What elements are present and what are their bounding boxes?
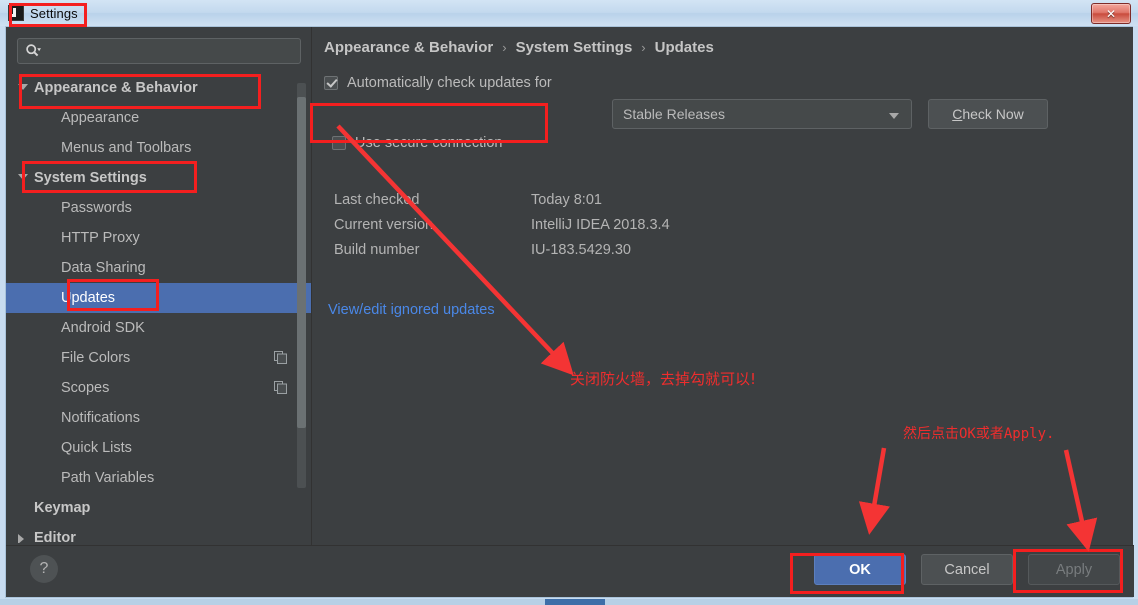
help-glyph: ? [39,560,49,577]
sidebar-scrollbar-thumb[interactable] [297,97,306,428]
updates-panel: Appearance & Behavior › System Settings › Up… [312,27,1133,545]
sidebar-item-notifications[interactable]: Notifications [6,403,311,433]
breadcrumb-separator: › [502,40,507,55]
breadcrumb-separator: › [641,40,646,55]
sidebar-item-passwords[interactable]: Passwords [6,193,311,223]
info-row-key: Current version [334,216,434,233]
check-now-label: Check Now [952,106,1024,122]
window-title: Settings [30,5,78,21]
sidebar-item-menus-and-toolbars[interactable]: Menus and Toolbars [6,133,311,163]
window-titlebar[interactable]: Settings ✕ [0,0,1138,26]
screen: Settings ✕ Appearance & Behavior Appearan… [0,0,1138,605]
sidebar-item-label: Updates [61,290,116,306]
ok-button[interactable]: OK [814,554,906,585]
auto-check-row[interactable]: Automatically check updates for [324,75,552,91]
sidebar-item-label: Appearance [61,110,140,126]
sidebar-item-quick-lists[interactable]: Quick Lists [6,433,311,463]
apply-button[interactable]: Apply [1028,554,1120,585]
apply-label: Apply [1055,561,1093,578]
sidebar-item-android-sdk[interactable]: Android SDK [6,313,311,343]
close-icon[interactable]: ✕ [1091,3,1131,24]
info-row-key: Last checked [334,191,420,208]
sidebar-item-updates[interactable]: Updates [6,283,311,313]
sidebar-item-keymap[interactable]: Keymap [6,493,311,523]
sidebar-scrollbar[interactable] [297,83,306,488]
sidebar-item-data-sharing[interactable]: Data Sharing [6,253,311,283]
chevron-down-icon [889,113,899,119]
sidebar-item-label: Editor [34,530,76,543]
update-channel-value: Stable Releases [623,106,725,122]
dialog-footer: ? OK Cancel Apply [6,546,1134,597]
sidebar-item-label: Keymap [34,500,91,516]
chevron-down-icon[interactable] [18,174,28,180]
breadcrumb-item: Appearance & Behavior [324,39,494,56]
sidebar-item-label: Menus and Toolbars [61,140,192,156]
sidebar-item-path-variables[interactable]: Path Variables [6,463,311,493]
sidebar-item-label: File Colors [61,350,131,366]
auto-check-checkbox[interactable] [324,76,338,90]
settings-sidebar: Appearance & Behavior Appearance Menus and… [6,27,311,545]
taskbar-item-active[interactable] [545,599,605,605]
copy-icon[interactable] [274,381,287,394]
sidebar-item-label: Data Sharing [61,260,146,276]
secure-connection-checkbox[interactable] [332,136,346,150]
sidebar-item-scopes[interactable]: Scopes [6,373,311,403]
sidebar-item-appearance-behavior[interactable]: Appearance & Behavior [6,73,311,103]
info-row: Build number IU-183.5429.30 [334,237,670,262]
settings-tree[interactable]: Appearance & Behavior Appearance Menus and… [6,73,311,543]
sidebar-item-file-colors[interactable]: File Colors [6,343,311,373]
update-info-table: Last checked Today 8:01 Current version Int… [334,187,670,262]
info-row-key: Build number [334,241,420,258]
secure-connection-label: Use secure connection [355,135,503,151]
close-glyph: ✕ [1105,6,1117,21]
sidebar-item-label: Notifications [61,410,140,426]
auto-check-label: Automatically check updates for [347,75,552,91]
breadcrumb: Appearance & Behavior › System Settings › Up… [324,39,714,56]
search-icon [26,44,41,57]
update-channel-select[interactable]: Stable Releases [612,99,912,129]
sidebar-item-label: Android SDK [61,320,145,336]
sidebar-item-label: Quick Lists [61,440,132,456]
sidebar-item-label: Appearance & Behavior [34,80,198,96]
sidebar-item-label: Passwords [61,200,132,216]
copy-icon[interactable] [274,351,287,364]
sidebar-item-label: Scopes [61,380,110,396]
info-row-value: IU-183.5429.30 [531,241,631,258]
secure-connection-row[interactable]: Use secure connection [332,135,503,151]
sidebar-item-system-settings[interactable]: System Settings [6,163,311,193]
sidebar-item-http-proxy[interactable]: HTTP Proxy [6,223,311,253]
sidebar-item-label: Path Variables [61,470,155,486]
info-row-value: Today 8:01 [531,191,602,208]
info-row-value: IntelliJ IDEA 2018.3.4 [531,216,670,233]
help-icon[interactable]: ? [30,555,58,583]
settings-dialog: Appearance & Behavior Appearance Menus and… [5,26,1134,598]
breadcrumb-item: System Settings [515,39,633,56]
search-field[interactable] [17,38,301,64]
info-row: Current version IntelliJ IDEA 2018.3.4 [334,212,670,237]
sidebar-item-editor[interactable]: Editor [6,523,311,543]
sidebar-item-appearance[interactable]: Appearance [6,103,311,133]
ok-label: OK [849,561,871,578]
breadcrumb-item: Updates [654,39,714,56]
ignored-updates-link[interactable]: View/edit ignored updates [328,302,495,318]
chevron-down-icon[interactable] [18,84,28,90]
cancel-button[interactable]: Cancel [921,554,1013,585]
sidebar-item-label: HTTP Proxy [61,230,140,246]
intellij-idea-icon [8,5,24,21]
chevron-right-icon[interactable] [18,534,24,543]
check-now-button[interactable]: Check Now [928,99,1048,129]
cancel-label: Cancel [944,561,990,578]
info-row: Last checked Today 8:01 [334,187,670,212]
